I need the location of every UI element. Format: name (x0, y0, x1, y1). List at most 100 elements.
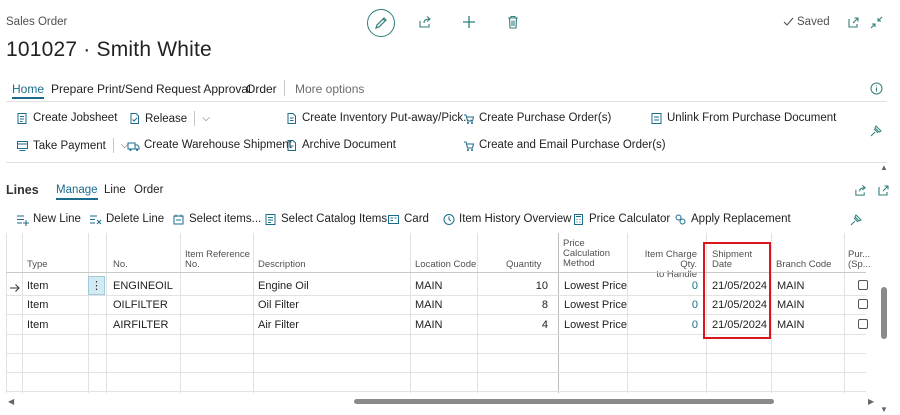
check-icon (783, 17, 794, 26)
cell-charge-qty[interactable]: 0 (650, 319, 698, 331)
cell-branch[interactable]: MAIN (777, 299, 805, 311)
create-warehouse-shipment-action[interactable]: Create Warehouse Shipment (126, 138, 292, 152)
col-header-price-calculation-method[interactable]: Price Calculation Method (563, 239, 610, 269)
card-action[interactable]: Card (386, 212, 429, 226)
lines-tab-manage[interactable]: Manage (56, 184, 98, 200)
cell-no[interactable]: OILFILTER (113, 299, 168, 311)
col-header-type[interactable]: Type (27, 260, 48, 270)
cell-branch[interactable]: MAIN (777, 319, 805, 331)
lines-share-button[interactable] (853, 183, 867, 197)
row-actions-menu-button[interactable]: ⋮ (88, 276, 105, 295)
cell-location[interactable]: MAIN (415, 319, 443, 331)
col-header-item-reference[interactable]: Item Reference No. (185, 250, 250, 270)
cell-no[interactable]: ENGINEOIL (113, 280, 173, 292)
expand-icon (877, 184, 889, 196)
cell-branch[interactable]: MAIN (777, 280, 805, 292)
cell-description[interactable]: Air Filter (258, 319, 299, 331)
replacement-icon (673, 212, 687, 226)
col-header-purchasing[interactable]: Pur... (Sp... (848, 250, 871, 270)
unlink-purchase-document-label: Unlink From Purchase Document (667, 112, 837, 124)
purchasing-checkbox[interactable] (858, 299, 868, 309)
delete-line-action[interactable]: Delete Line (88, 212, 164, 226)
create-jobsheet-action[interactable]: Create Jobsheet (15, 111, 117, 125)
delete-button[interactable] (505, 14, 521, 30)
cell-no[interactable]: AIRFILTER (113, 319, 168, 331)
select-items-action[interactable]: Select items... (171, 212, 261, 226)
cell-description[interactable]: Oil Filter (258, 299, 299, 311)
create-email-purchase-orders-label: Create and Email Purchase Order(s) (479, 139, 666, 151)
col-header-description[interactable]: Description (258, 260, 306, 270)
purchasing-checkbox[interactable] (858, 280, 868, 290)
tab-order[interactable]: Order (246, 82, 277, 96)
collapse-button[interactable] (869, 15, 883, 29)
cell-price-method[interactable]: Lowest Price (564, 319, 627, 331)
lines-caption: Lines (6, 183, 39, 197)
tab-print-send[interactable]: Print/Send (97, 82, 153, 96)
tab-request-approval[interactable]: Request Approval (156, 82, 251, 96)
cell-type[interactable]: Item (27, 280, 48, 292)
popout-icon (847, 16, 859, 28)
lines-tab-order[interactable]: Order (134, 184, 163, 196)
edit-button[interactable] (367, 9, 395, 37)
scroll-right-arrow-icon[interactable]: ▶ (868, 397, 874, 406)
pencil-icon (375, 17, 387, 29)
cell-type[interactable]: Item (27, 319, 48, 331)
cell-price-method[interactable]: Lowest Price (564, 299, 627, 311)
vertical-scrollbar[interactable] (881, 287, 887, 339)
create-purchase-orders-action[interactable]: Create Purchase Order(s) (461, 111, 611, 125)
purchase-order-icon (461, 111, 475, 125)
tab-home[interactable]: Home (12, 82, 45, 99)
cell-price-method[interactable]: Lowest Price (564, 280, 627, 292)
tab-prepare[interactable]: Prepare (51, 82, 94, 96)
scroll-up-arrow-icon[interactable]: ▲ (880, 163, 888, 172)
purchasing-checkbox[interactable] (858, 319, 868, 329)
take-payment-label: Take Payment (33, 139, 106, 152)
tab-more-options[interactable]: More options (295, 82, 364, 96)
share-button[interactable] (417, 14, 433, 30)
archive-icon (284, 138, 298, 152)
release-icon (127, 112, 141, 126)
lines-tab-line[interactable]: Line (104, 184, 126, 196)
cell-location[interactable]: MAIN (415, 299, 443, 311)
col-header-location-code[interactable]: Location Code (415, 260, 476, 270)
cell-type[interactable]: Item (27, 299, 48, 311)
new-line-action[interactable]: New Line (15, 212, 81, 226)
select-catalog-items-action[interactable]: Select Catalog Items (263, 212, 387, 226)
apply-replacement-action[interactable]: Apply Replacement (673, 212, 791, 226)
cell-description[interactable]: Engine Oil (258, 280, 309, 292)
create-email-purchase-orders-action[interactable]: Create and Email Purchase Order(s) (461, 138, 666, 152)
col-header-branch-code[interactable]: Branch Code (776, 260, 831, 270)
scroll-left-arrow-icon[interactable]: ◀ (8, 397, 14, 406)
info-button[interactable] (869, 81, 883, 95)
archive-document-action[interactable]: Archive Document (284, 138, 396, 152)
plus-icon (463, 16, 475, 28)
lines-expand-button[interactable] (876, 183, 890, 197)
col-header-quantity[interactable]: Quantity (506, 260, 541, 270)
open-new-window-button[interactable] (846, 15, 860, 29)
chevron-down-icon[interactable]: ⌵ (202, 113, 210, 124)
archive-document-label: Archive Document (302, 139, 396, 151)
new-button[interactable] (461, 14, 477, 30)
create-jobsheet-label: Create Jobsheet (33, 112, 118, 124)
grid-line (6, 233, 7, 393)
item-history-overview-action[interactable]: Item History Overview (441, 212, 571, 226)
cell-location[interactable]: MAIN (415, 280, 443, 292)
history-icon (441, 212, 455, 226)
release-action[interactable]: Release ⌵ (127, 111, 210, 126)
cell-charge-qty[interactable]: 0 (650, 299, 698, 311)
new-line-label: New Line (33, 213, 81, 225)
unlink-purchase-document-action[interactable]: Unlink From Purchase Document (649, 111, 836, 125)
cell-quantity[interactable]: 8 (500, 299, 548, 311)
col-header-no[interactable]: No. (113, 260, 128, 270)
cell-charge-qty[interactable]: 0 (650, 280, 698, 292)
scroll-down-arrow-icon[interactable]: ▼ (880, 405, 888, 414)
price-calculator-action[interactable]: Price Calculator (571, 212, 670, 226)
horizontal-scrollbar[interactable] (354, 399, 774, 404)
pin-action-bar-button[interactable] (869, 123, 883, 137)
cell-quantity[interactable]: 10 (500, 280, 548, 292)
cell-quantity[interactable]: 4 (500, 319, 548, 331)
pin-lines-actions-button[interactable] (849, 212, 863, 226)
create-inventory-putaway-action[interactable]: Create Inventory Put-away/Pick... (284, 111, 473, 125)
col-header-item-charge-qty[interactable]: Item Charge Qty. to Handle (630, 250, 697, 280)
take-payment-action[interactable]: Take Payment ⌵ (15, 138, 128, 153)
